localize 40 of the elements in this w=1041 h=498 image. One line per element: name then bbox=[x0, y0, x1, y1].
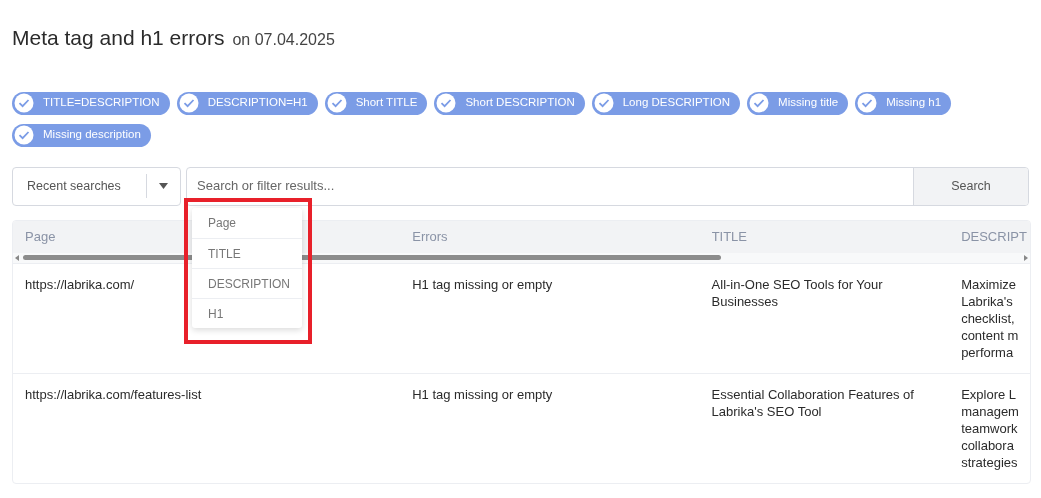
table-cell-text: Maximize Labrika's checklist, content m performa bbox=[961, 275, 1020, 361]
table-cell-text: Explore L managem teamwork collabora strategies bbox=[961, 385, 1020, 471]
table-cell-text: All-in-One SEO Tools for Your Businesses bbox=[711, 275, 884, 310]
filter-chip[interactable]: Long DESCRIPTION bbox=[591, 91, 741, 115]
check-icon bbox=[14, 93, 34, 113]
table-cell: https://labrika.com/features-list bbox=[25, 386, 202, 402]
caret-icon bbox=[159, 183, 168, 189]
filter-chip[interactable]: DESCRIPTION=H1 bbox=[176, 91, 318, 115]
column-header: DESCRIPT bbox=[960, 227, 1028, 246]
check-icon bbox=[326, 93, 347, 113]
check-icon bbox=[593, 93, 614, 113]
column-header: Page bbox=[24, 227, 57, 246]
menu-item[interactable]: TITLE bbox=[192, 238, 302, 268]
column-header: TITLE bbox=[710, 227, 749, 246]
filter-chip[interactable]: TITLE=DESCRIPTION bbox=[12, 91, 170, 115]
check-icon bbox=[14, 125, 34, 145]
menu-item[interactable]: DESCRIPTION bbox=[192, 268, 302, 298]
table-cell: https://labrika.com/ bbox=[25, 276, 135, 292]
filter-chip[interactable]: Short DESCRIPTION bbox=[434, 91, 585, 115]
filter-chip[interactable]: Missing h1 bbox=[855, 91, 952, 115]
check-icon bbox=[178, 93, 199, 113]
scroll-left-icon[interactable] bbox=[15, 254, 19, 261]
check-icon bbox=[436, 93, 457, 113]
column-header: Errors bbox=[411, 227, 449, 246]
table-cell: H1 tag missing or empty bbox=[412, 276, 553, 292]
menu-item[interactable]: Page bbox=[192, 208, 302, 238]
report-date: on 07.04.2025 bbox=[232, 30, 335, 50]
check-icon bbox=[749, 93, 770, 113]
page-title: Meta tag and h1 errors bbox=[12, 25, 225, 51]
table-cell-text: Essential Collaboration Features of Labrika's SEO Tool bbox=[711, 385, 915, 420]
filter-chip[interactable]: Missing title bbox=[747, 91, 849, 115]
filter-chip[interactable]: Missing description bbox=[12, 123, 151, 147]
recent-searches-dropdown[interactable]: Recent searches bbox=[12, 166, 181, 206]
menu-item[interactable]: H1 bbox=[192, 298, 302, 328]
scroll-right-icon[interactable] bbox=[1024, 254, 1028, 261]
filter-chip[interactable]: Short TITLE bbox=[324, 91, 428, 115]
search-button[interactable]: Search bbox=[913, 167, 1028, 205]
check-icon bbox=[857, 93, 878, 113]
table-cell: H1 tag missing or empty bbox=[412, 386, 553, 402]
search-field[interactable]: Search or filter results... Search bbox=[186, 166, 1029, 206]
